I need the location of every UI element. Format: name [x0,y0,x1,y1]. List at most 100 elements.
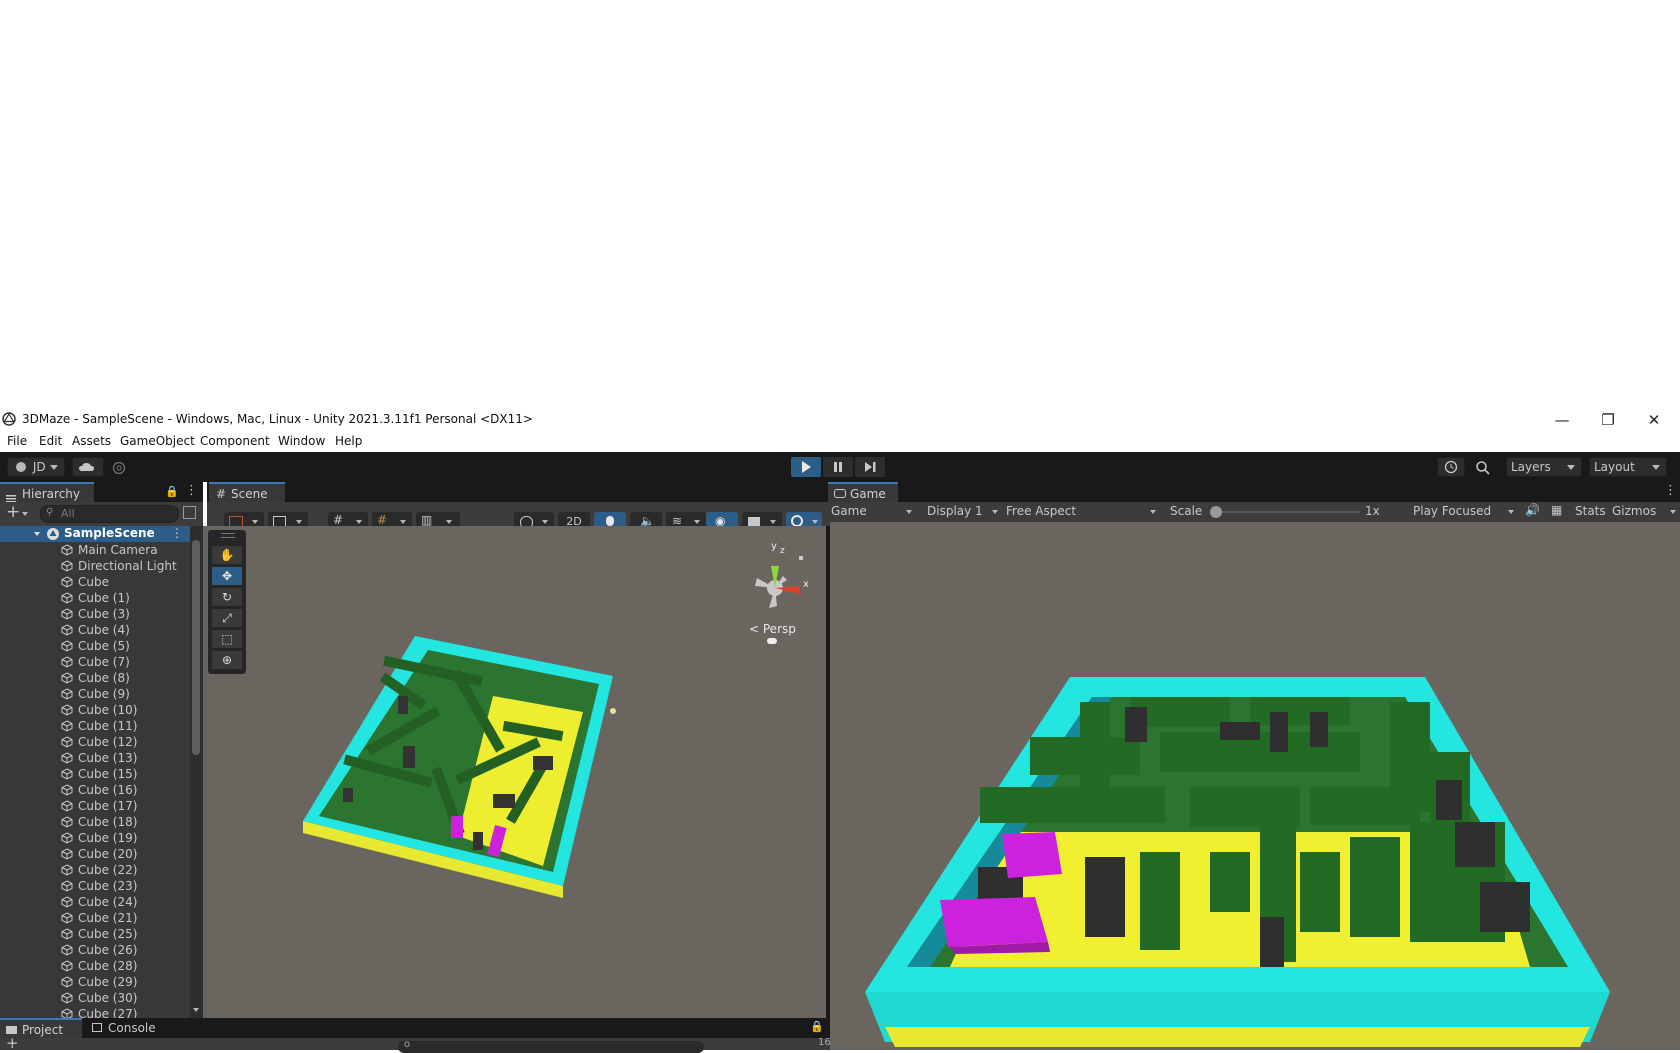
account-dropdown[interactable]: JD [7,457,65,477]
gameobject-cube-icon [61,720,73,732]
undo-history-button[interactable] [1437,457,1465,477]
hierarchy-item-label: Cube (4) [78,623,130,637]
hierarchy-item-label: Cube (20) [78,847,138,861]
hierarchy-item[interactable]: Cube (10) [0,702,190,718]
hierarchy-item[interactable]: Cube (9) [0,686,190,702]
hierarchy-item[interactable]: Cube (13) [0,750,190,766]
projection-toggle[interactable]: < Persp [749,622,796,636]
more-menu-icon[interactable]: ⋮ [1664,483,1677,498]
project-search-input[interactable]: o [398,1039,704,1053]
menu-window[interactable]: Window [278,434,325,448]
play-mode-dropdown[interactable]: Play Focused [1410,502,1518,522]
pause-button[interactable] [823,457,853,477]
more-menu-icon[interactable]: ⋮ [171,526,183,540]
lock-icon[interactable]: 🔒 [165,485,179,498]
chevron-down-icon[interactable] [22,512,28,516]
gizmos-label: Gizmos [1612,504,1657,518]
gameobject-cube-icon [61,640,73,652]
hierarchy-item[interactable]: Cube (28) [0,958,190,974]
hierarchy-item[interactable]: Cube (30) [0,990,190,1006]
play-mode-label: Play Focused [1413,504,1492,518]
tab-console[interactable]: Console [84,1018,198,1038]
collab-icon[interactable] [112,461,126,475]
display-dropdown[interactable]: Display 1 [922,502,1002,522]
hierarchy-item[interactable]: Cube (1) [0,590,190,606]
tab-game[interactable]: Game [828,482,898,502]
gameobject-cube-icon [61,560,73,572]
hierarchy-item[interactable]: Cube (25) [0,926,190,942]
tab-hierarchy[interactable]: Hierarchy [0,482,94,503]
menu-help[interactable]: Help [335,434,362,448]
add-asset-icon[interactable]: + [6,1034,19,1052]
hierarchy-item[interactable]: Cube (16) [0,782,190,798]
menu-file[interactable]: File [7,434,27,448]
account-icon [16,462,26,472]
hierarchy-scrollbar[interactable] [190,526,203,1018]
hierarchy-item[interactable]: Cube (20) [0,846,190,862]
hierarchy-item[interactable]: Cube (4) [0,622,190,638]
chevron-down-icon [1150,510,1156,514]
scene-viewport[interactable]: ✋ ✥ ↻ ⤢ ⬚ ⊕ y z x < Persp [203,526,826,1018]
layout-dropdown[interactable]: Layout [1589,457,1667,477]
scale-value: 1x [1365,504,1380,518]
hierarchy-item[interactable]: Cube (23) [0,878,190,894]
hierarchy-item[interactable]: Cube (12) [0,734,190,750]
scrollbar-thumb[interactable] [192,540,200,755]
menu-assets[interactable]: Assets [72,434,111,448]
gameobject-cube-icon [61,576,73,588]
hierarchy-item-label: Cube (22) [78,863,138,877]
gameobject-cube-icon [61,688,73,700]
hierarchy-search-input[interactable]: ⚲ All [40,505,179,523]
scroll-down-icon[interactable] [193,1008,199,1012]
hierarchy-item[interactable]: Cube (29) [0,974,190,990]
lock-icon[interactable]: 🔒 [810,1020,824,1033]
hierarchy-item[interactable]: Cube (22) [0,862,190,878]
expand-arrow-icon[interactable] [34,532,40,536]
hierarchy-item[interactable]: Cube (15) [0,766,190,782]
audio-icon[interactable]: 🔊 [1525,503,1540,517]
game-viewport[interactable] [830,522,1680,1050]
hierarchy-item[interactable]: Cube (3) [0,606,190,622]
scale-slider[interactable] [1210,506,1360,518]
search-placeholder: All [61,507,75,520]
search-icon[interactable] [1475,460,1491,476]
camera-lock-icon[interactable] [767,638,777,644]
gizmos-toggle[interactable]: Gizmos [1612,502,1680,522]
hierarchy-item[interactable]: Cube (24) [0,894,190,910]
tab-scene[interactable]: # Scene [209,482,285,502]
close-button[interactable]: ✕ [1631,408,1677,432]
minimize-button[interactable]: — [1539,408,1585,432]
scene-visibility-icon[interactable] [183,506,196,519]
menu-gameobject[interactable]: GameObject [120,434,195,448]
menu-edit[interactable]: Edit [39,434,62,448]
hierarchy-item[interactable]: Cube [0,574,190,590]
slider-thumb[interactable] [1210,506,1222,518]
chevron-down-icon [446,520,452,524]
hierarchy-scene-row[interactable]: SampleScene ⋮ [0,526,190,542]
menu-component[interactable]: Component [200,434,270,448]
cloud-button[interactable] [72,457,104,477]
add-object-icon[interactable]: + [6,502,20,522]
hierarchy-item[interactable]: Cube (7) [0,654,190,670]
hierarchy-item[interactable]: Cube (18) [0,814,190,830]
aspect-dropdown[interactable]: Free Aspect [1002,502,1160,522]
hierarchy-item-label: Cube (13) [78,751,138,765]
scene-name: SampleScene [64,526,155,540]
game-mode-dropdown[interactable]: Game [828,502,916,522]
play-button[interactable] [791,457,821,477]
hierarchy-item[interactable]: Cube (19) [0,830,190,846]
hierarchy-item[interactable]: Cube (21) [0,910,190,926]
hierarchy-item[interactable]: Cube (8) [0,670,190,686]
hierarchy-item[interactable]: Main Camera [0,542,190,558]
hierarchy-item[interactable]: Cube (26) [0,942,190,958]
more-menu-icon[interactable]: ⋮ [185,483,198,498]
hierarchy-item[interactable]: Cube (5) [0,638,190,654]
hierarchy-item[interactable]: Directional Light [0,558,190,574]
hierarchy-item[interactable]: Cube (17) [0,798,190,814]
stats-button[interactable]: Stats [1575,504,1606,518]
grid-stats-icon[interactable]: ▦ [1551,503,1562,517]
layers-dropdown[interactable]: Layers [1506,457,1582,477]
hierarchy-item[interactable]: Cube (11) [0,718,190,734]
step-button[interactable] [855,457,885,477]
maximize-button[interactable]: ❐ [1585,408,1631,432]
